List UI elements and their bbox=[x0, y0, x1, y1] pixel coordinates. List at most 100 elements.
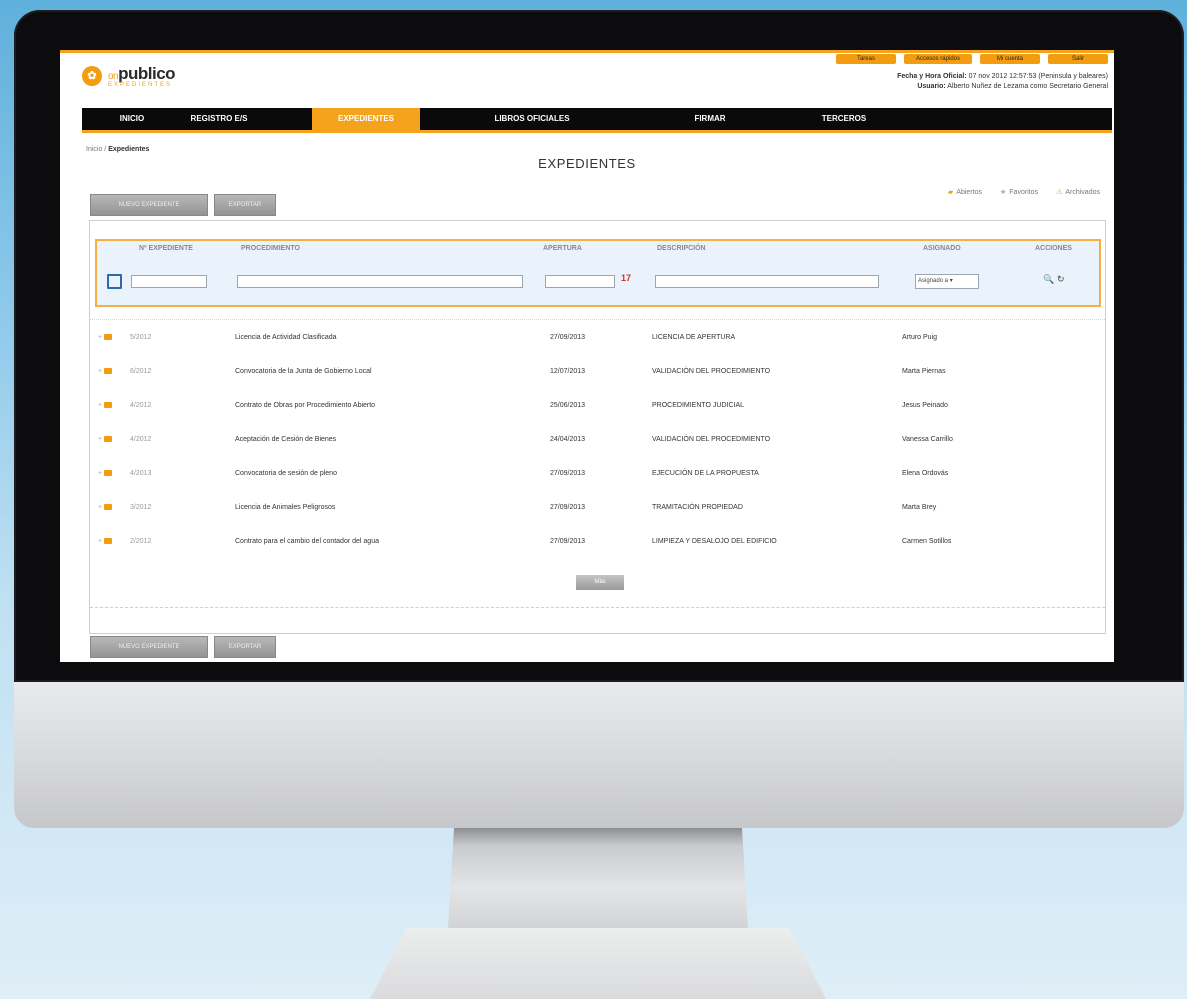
date-value: 07 nov 2012 12:57:53 (Peninsula y balear… bbox=[968, 73, 1108, 80]
breadcrumb-separator: / bbox=[104, 146, 107, 153]
logo-subtitle: EXPEDIENTES bbox=[108, 82, 173, 88]
col-header-apertura[interactable]: APERTURA bbox=[543, 245, 582, 252]
cell-num[interactable]: 4/2012 bbox=[130, 402, 151, 409]
top-link-salir[interactable]: Salir bbox=[1048, 54, 1108, 64]
col-header-asignado[interactable]: ASIGNADO bbox=[923, 245, 961, 252]
folder-icon bbox=[104, 334, 113, 341]
table-row[interactable]: + 5/2012 Licencia de Actividad Clasifica… bbox=[90, 321, 1105, 355]
cell-descripcion: LIMPIEZA Y DESALOJO DEL EDIFICIO bbox=[652, 538, 777, 545]
row-icons: + bbox=[98, 504, 113, 511]
export-button-bottom[interactable]: EXPORTAR bbox=[214, 636, 276, 658]
new-expediente-button-bottom[interactable]: NUEVO EXPEDIENTE bbox=[90, 636, 208, 658]
more-button[interactable]: Más bbox=[576, 575, 624, 590]
table-row[interactable]: + 2/2012 Contrato para el cambio del con… bbox=[90, 525, 1105, 559]
procedimiento-filter-input[interactable] bbox=[237, 275, 523, 288]
breadcrumb-home[interactable]: Inicio bbox=[86, 146, 102, 153]
table-row[interactable]: + 3/2012 Licencia de Animales Peligrosos… bbox=[90, 491, 1105, 525]
export-button[interactable]: EXPORTAR bbox=[214, 194, 276, 216]
cell-num[interactable]: 6/2012 bbox=[130, 368, 151, 375]
expand-row-icon[interactable]: + bbox=[98, 368, 102, 375]
expedientes-panel: Nº EXPEDIENTE PROCEDIMIENTO APERTURA DES… bbox=[89, 220, 1106, 634]
descripcion-filter-input[interactable] bbox=[655, 275, 879, 288]
col-header-num[interactable]: Nº EXPEDIENTE bbox=[139, 245, 193, 252]
user-label: Usuario: bbox=[917, 83, 946, 90]
date-label: Fecha y Hora Oficial: bbox=[897, 73, 967, 80]
top-link-accesos[interactable]: Accesos rápidos bbox=[903, 54, 972, 64]
cell-procedimiento: Contrato para el cambio del contador del… bbox=[235, 538, 379, 545]
cell-procedimiento: Contrato de Obras por Procedimiento Abie… bbox=[235, 402, 376, 409]
nav-libros[interactable]: LIBROS OFICIALES bbox=[482, 108, 582, 130]
cell-apertura: 24/04/2013 bbox=[550, 436, 586, 443]
col-header-procedimiento[interactable]: PROCEDIMIENTO bbox=[241, 245, 300, 252]
cell-num[interactable]: 5/2012 bbox=[130, 334, 151, 341]
assigned-select[interactable]: Asignado a ▾ bbox=[915, 274, 979, 289]
cell-num[interactable]: 4/2013 bbox=[130, 470, 151, 477]
legend-archived[interactable]: ⚠ Archivados bbox=[1056, 188, 1100, 196]
table-row[interactable]: + 4/2012 Aceptación de Cesión de Bienes … bbox=[90, 423, 1105, 457]
app-screen: Tareas Accesos rápidos Mi cuenta Salir ✿… bbox=[60, 50, 1114, 662]
nav-registro[interactable]: REGISTRO E/S bbox=[186, 108, 252, 130]
top-link-tareas[interactable]: Tareas bbox=[835, 54, 896, 64]
cell-num[interactable]: 2/2012 bbox=[130, 538, 151, 545]
table-row[interactable]: + 4/2012 Contrato de Obras por Procedimi… bbox=[90, 389, 1105, 423]
col-header-acciones: ACCIONES bbox=[1035, 245, 1072, 252]
star-icon: ★ bbox=[1000, 189, 1007, 196]
folder-icon bbox=[104, 402, 113, 409]
cell-descripcion: VALIDACIÓN DEL PROCEDIMIENTO bbox=[652, 436, 771, 443]
calendar-icon[interactable]: 17 bbox=[621, 273, 631, 283]
expand-all-icon[interactable] bbox=[107, 274, 122, 289]
logo-icon: ✿ bbox=[82, 66, 102, 86]
breadcrumb: Inicio / Expedientes bbox=[86, 146, 149, 153]
expand-row-icon[interactable]: + bbox=[98, 470, 102, 477]
refresh-icon[interactable]: ↻ bbox=[1057, 274, 1065, 285]
cell-procedimiento: Convocatoria de sesión de pleno bbox=[235, 470, 337, 477]
cell-asignado: Arturo Puig bbox=[902, 334, 938, 341]
folder-icon bbox=[104, 504, 113, 511]
cell-apertura: 25/06/2013 bbox=[550, 402, 586, 409]
cell-apertura: 27/09/2013 bbox=[550, 538, 586, 545]
nav-expedientes[interactable]: EXPEDIENTES bbox=[312, 108, 420, 130]
cell-apertura: 27/09/2013 bbox=[550, 504, 586, 511]
table-row[interactable]: + 6/2012 Convocatoria de la Junta de Gob… bbox=[90, 355, 1105, 389]
logo[interactable]: ✿ onpublico EXPEDIENTES bbox=[82, 64, 176, 88]
new-expediente-button[interactable]: NUEVO EXPEDIENTE bbox=[90, 194, 208, 216]
cell-asignado: Marta Brey bbox=[902, 504, 937, 511]
page-title: EXPEDIENTES bbox=[538, 156, 636, 171]
monitor-stand-foot bbox=[370, 928, 826, 999]
expand-row-icon[interactable]: + bbox=[98, 436, 102, 443]
filter-bar: Nº EXPEDIENTE PROCEDIMIENTO APERTURA DES… bbox=[95, 239, 1101, 307]
expand-row-icon[interactable]: + bbox=[98, 334, 102, 341]
apertura-filter-input[interactable] bbox=[545, 275, 615, 288]
nav-firmar[interactable]: FIRMAR bbox=[688, 108, 732, 130]
search-icon[interactable]: 🔍 bbox=[1043, 274, 1054, 285]
top-links: Tareas Accesos rápidos Mi cuenta Salir bbox=[835, 54, 1108, 64]
expand-row-icon[interactable]: + bbox=[98, 504, 102, 511]
table-row[interactable]: + 4/2013 Convocatoria de sesión de pleno… bbox=[90, 457, 1105, 491]
cell-apertura: 27/09/2013 bbox=[550, 334, 586, 341]
folder-icon bbox=[104, 538, 113, 545]
folder-icon: ▰ bbox=[947, 189, 954, 196]
nav-terceros[interactable]: TERCEROS bbox=[814, 108, 874, 130]
num-filter-input[interactable] bbox=[131, 275, 207, 288]
nav-inicio[interactable]: INICIO bbox=[110, 108, 154, 130]
cell-asignado: Carmen Sotillos bbox=[902, 538, 952, 545]
cell-procedimiento: Licencia de Animales Peligrosos bbox=[235, 504, 336, 511]
pagination-dots bbox=[90, 607, 1105, 609]
legend-open[interactable]: ▰ Abiertos bbox=[948, 188, 982, 196]
cell-procedimiento: Aceptación de Cesión de Bienes bbox=[235, 436, 337, 443]
cell-num[interactable]: 4/2012 bbox=[130, 436, 151, 443]
monitor-stand-neck bbox=[448, 828, 748, 928]
legend: ▰ Abiertos ★ Favoritos ⚠ Archivados bbox=[948, 188, 1100, 196]
row-icons: + bbox=[98, 402, 113, 409]
cell-num[interactable]: 3/2012 bbox=[130, 504, 151, 511]
expand-row-icon[interactable]: + bbox=[98, 402, 102, 409]
top-link-cuenta[interactable]: Mi cuenta bbox=[980, 54, 1040, 64]
col-header-descripcion[interactable]: DESCRIPCIÓN bbox=[657, 245, 706, 252]
folder-icon bbox=[104, 470, 113, 477]
row-icons: + bbox=[98, 368, 113, 375]
user-value: Alberto Nuñez de Lezama como Secretario … bbox=[947, 83, 1108, 90]
legend-favorites[interactable]: ★ Favoritos bbox=[1000, 188, 1038, 196]
expand-row-icon[interactable]: + bbox=[98, 538, 102, 545]
row-icons: + bbox=[98, 470, 113, 477]
cell-descripcion: PROCEDIMIENTO JUDICIAL bbox=[652, 402, 745, 409]
